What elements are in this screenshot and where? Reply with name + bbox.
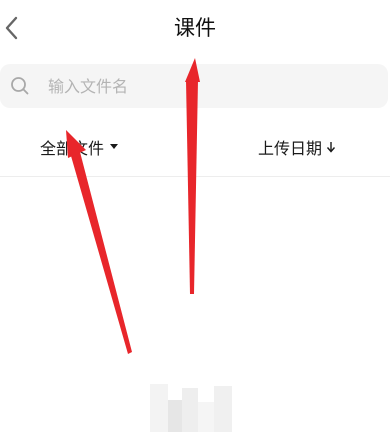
search-icon — [11, 77, 29, 95]
file-type-filter[interactable]: 全部文件 — [40, 134, 119, 160]
caret-down-icon — [110, 144, 119, 149]
arrow-down-icon — [326, 142, 336, 153]
search-input[interactable] — [48, 64, 368, 108]
search-bar[interactable] — [0, 64, 388, 108]
sort-by-upload-date[interactable]: 上传日期 — [258, 134, 336, 160]
top-bar: 课件 — [0, 0, 390, 56]
file-type-filter-label: 全部文件 — [40, 139, 105, 158]
sort-label: 上传日期 — [258, 139, 323, 158]
annotation-arrow — [66, 130, 132, 354]
page-title: 课件 — [174, 16, 216, 40]
divider — [0, 176, 390, 177]
empty-state-illustration — [150, 384, 232, 432]
